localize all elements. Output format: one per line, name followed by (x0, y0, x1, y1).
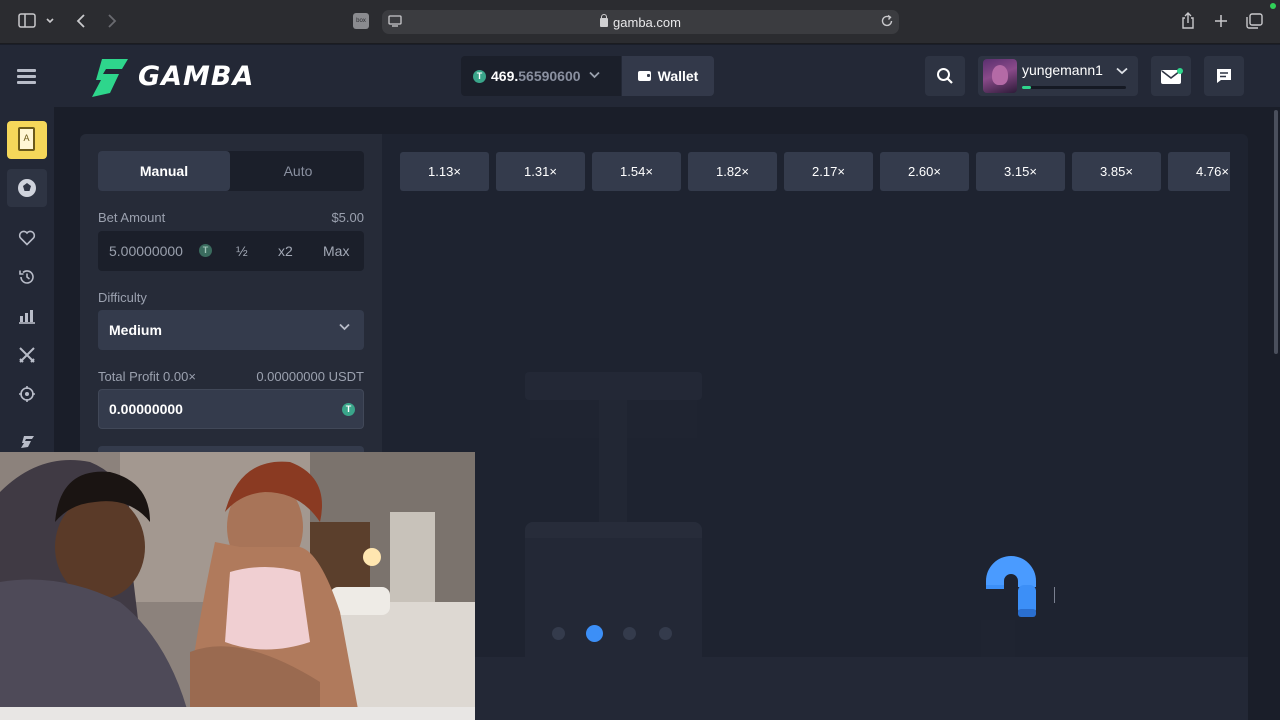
multiplier-chip: 1.54× (592, 152, 681, 191)
total-profit-value: 0.00000000 (109, 401, 183, 417)
difficulty-select[interactable]: Medium (98, 310, 364, 350)
user-menu[interactable]: yungemann1 (978, 56, 1138, 96)
difficulty-label: Difficulty (98, 290, 147, 305)
new-tab-icon[interactable] (1214, 14, 1228, 32)
xp-progress-bar (1022, 86, 1126, 89)
sidebar-item-favorites[interactable] (14, 225, 40, 251)
bet-amount-input[interactable]: 5.00000000 T ½ x2 Max (98, 231, 364, 271)
tower-stem (599, 398, 627, 522)
page-scrollbar[interactable] (1274, 110, 1278, 354)
sidebar-item-challenges[interactable] (14, 303, 40, 329)
wallet-label: Wallet (657, 68, 699, 84)
recording-indicator (1270, 3, 1276, 9)
progress-dot (623, 627, 636, 640)
progress-dot (659, 627, 672, 640)
multiplier-chip: 1.31× (496, 152, 585, 191)
gamba-logo-icon (92, 59, 128, 97)
multiplier-chip: 1.82× (688, 152, 777, 191)
double-bet-button[interactable]: x2 (278, 243, 293, 259)
avatar (983, 59, 1017, 93)
webcam-overlay (0, 452, 475, 720)
crossed-swords-icon (19, 347, 35, 363)
app-header: GAMBA T 469. 56590600 Wallet yungemann1 (0, 45, 1280, 107)
multiplier-chip: 2.60× (880, 152, 969, 191)
text-cursor (1054, 587, 1055, 603)
balance-integer: 469. (491, 68, 519, 84)
gamba-logo[interactable]: GAMBA (88, 53, 254, 99)
share-icon[interactable] (1181, 12, 1195, 34)
total-profit-field: 0.00000000 T (98, 389, 364, 429)
sidebar-item-battles[interactable] (14, 342, 40, 368)
logo-wordmark: GAMBA (138, 60, 255, 92)
usdt-coin-icon: T (199, 244, 212, 257)
bet-mode-tabs: Manual Auto (98, 151, 364, 191)
max-bet-button[interactable]: Max (323, 243, 349, 259)
search-icon (937, 68, 953, 84)
balance-selector[interactable]: T 469. 56590600 (461, 56, 621, 96)
address-bar[interactable]: gamba.com (382, 10, 899, 34)
usdt-coin-icon: T (342, 403, 355, 416)
reload-icon[interactable] (880, 14, 894, 32)
url-text: gamba.com (613, 15, 681, 30)
menu-icon[interactable] (17, 69, 36, 84)
multiplier-chip: 3.85× (1072, 152, 1161, 191)
balance-decimals: 56590600 (518, 68, 581, 84)
total-profit-usdt: 0.00000000 USDT (256, 369, 364, 384)
multiplier-chip: 2.17× (784, 152, 873, 191)
chevron-down-icon (1116, 66, 1128, 78)
usdt-coin-icon: T (473, 69, 486, 83)
tower-shadow (530, 398, 600, 438)
chart-icon (19, 310, 35, 324)
multiplier-chip: 1.13× (400, 152, 489, 191)
sidebar-toggle-icon[interactable] (18, 13, 36, 32)
browser-toolbar: box gamba.com (0, 0, 1280, 44)
chevron-down-icon[interactable] (45, 14, 55, 30)
tower-base-top (525, 522, 702, 538)
sidebar-item-rewards[interactable] (14, 381, 40, 407)
notifications-button[interactable] (1151, 56, 1191, 96)
heart-icon (18, 230, 36, 246)
username: yungemann1 (1022, 62, 1103, 78)
sidebar-item-sports[interactable] (7, 169, 47, 207)
chat-icon (1217, 69, 1231, 83)
difficulty-value: Medium (109, 322, 162, 338)
tab-manual[interactable]: Manual (98, 151, 230, 191)
search-button[interactable] (925, 56, 965, 96)
tab-favicon[interactable]: box (353, 13, 369, 29)
target-icon (19, 386, 35, 402)
bet-amount-label: Bet Amount (98, 210, 166, 225)
progress-dot (552, 627, 565, 640)
sidebar-item-casino[interactable] (7, 121, 47, 159)
bet-amount-usd: $5.00 (331, 210, 364, 225)
soccer-ball-icon (17, 178, 37, 198)
multiplier-row: 1.13× 1.31× 1.54× 1.82× 2.17× 2.60× 3.15… (400, 140, 1230, 200)
progress-dot-active (586, 625, 603, 642)
chat-button[interactable] (1204, 56, 1244, 96)
tab-auto[interactable]: Auto (232, 151, 364, 191)
mail-icon (1161, 68, 1183, 84)
magnet-stand (981, 620, 1015, 657)
lock-icon (600, 14, 609, 27)
forward-icon[interactable] (107, 13, 117, 33)
sidebar-item-recent[interactable] (14, 264, 40, 290)
tower-top (525, 372, 702, 400)
wallet-button[interactable]: Wallet (622, 56, 714, 96)
multiplier-chip: 4.76× (1168, 152, 1230, 191)
chevron-down-icon (339, 322, 350, 334)
history-icon (19, 270, 34, 284)
tower-shadow (627, 398, 697, 438)
total-profit-label: Total Profit 0.00× (98, 369, 196, 384)
tower-base (525, 522, 702, 658)
bet-amount-value[interactable]: 5.00000000 (109, 243, 183, 259)
half-bet-button[interactable]: ½ (236, 243, 248, 259)
wallet-icon (637, 71, 651, 81)
multiplier-chip: 3.15× (976, 152, 1065, 191)
gamba-icon (21, 436, 34, 448)
chevron-down-icon (588, 70, 600, 82)
magnet-icon (986, 556, 1036, 617)
back-icon[interactable] (76, 13, 86, 33)
tab-overview-icon[interactable] (1246, 13, 1263, 33)
